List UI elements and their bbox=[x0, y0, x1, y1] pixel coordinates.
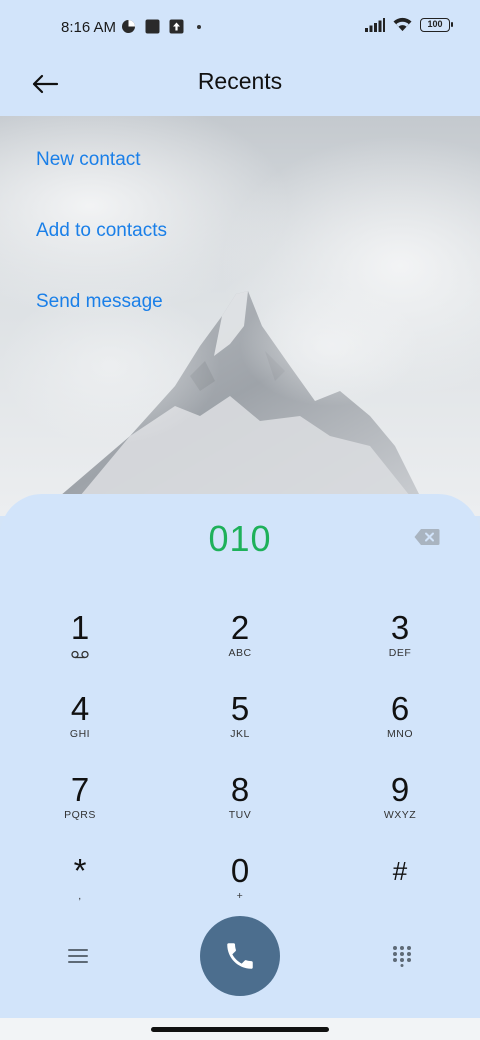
key-digit: 4 bbox=[70, 690, 90, 727]
key-digit: 3 bbox=[390, 609, 410, 646]
key-4[interactable]: 4 GHI bbox=[20, 689, 140, 765]
dot-icon bbox=[197, 24, 201, 29]
key-1[interactable]: 1 bbox=[20, 608, 140, 684]
key-letters: + bbox=[236, 890, 244, 902]
key-letters: PQRS bbox=[64, 809, 96, 821]
call-button[interactable] bbox=[200, 916, 280, 996]
key-digit: 8 bbox=[230, 771, 250, 808]
send-message-link[interactable]: Send message bbox=[36, 291, 163, 313]
key-letters: MNO bbox=[387, 728, 413, 740]
key-letters: , bbox=[78, 890, 82, 902]
page-title: Recents bbox=[197, 68, 283, 94]
key-hash[interactable]: # bbox=[340, 851, 460, 927]
key-7[interactable]: 7 PQRS bbox=[20, 770, 140, 846]
status-right-icons: 100 bbox=[365, 17, 453, 32]
key-digit: * bbox=[73, 852, 87, 889]
key-letters: JKL bbox=[230, 728, 250, 740]
wifi-icon bbox=[393, 17, 412, 31]
key-digit: 7 bbox=[70, 771, 90, 808]
data-saver-icon bbox=[122, 20, 135, 33]
key-digit: 6 bbox=[390, 690, 410, 727]
key-star[interactable]: * , bbox=[20, 851, 140, 927]
mountain-image bbox=[0, 116, 480, 516]
key-6[interactable]: 6 MNO bbox=[340, 689, 460, 765]
key-3[interactable]: 3 DEF bbox=[340, 608, 460, 684]
dialpad-icon[interactable] bbox=[392, 945, 412, 967]
dialer-panel: 010 1 2 ABC 3 DEF 4 GHI 5 JKL 6 MNO 7 PQ… bbox=[0, 494, 480, 1040]
key-9[interactable]: 9 WXYZ bbox=[340, 770, 460, 846]
upload-icon bbox=[169, 19, 184, 34]
dialed-number: 010 bbox=[208, 518, 272, 559]
wallpaper-image: New contact Add to contacts Send message bbox=[0, 116, 480, 516]
signal-icon bbox=[365, 17, 385, 32]
backspace-icon[interactable] bbox=[414, 528, 440, 546]
home-indicator[interactable] bbox=[151, 1027, 329, 1032]
add-to-contacts-link[interactable]: Add to contacts bbox=[36, 220, 167, 242]
status-bar: 8:16 AM 100 bbox=[0, 0, 480, 56]
key-letters: WXYZ bbox=[383, 809, 417, 821]
status-time: 8:16 AM bbox=[61, 19, 117, 36]
key-digit: 0 bbox=[230, 852, 250, 889]
key-letters: DEF bbox=[388, 647, 412, 659]
status-left-icons bbox=[121, 19, 201, 34]
phone-icon bbox=[227, 943, 253, 969]
key-8[interactable]: 8 TUV bbox=[180, 770, 300, 846]
key-digit: 9 bbox=[390, 771, 410, 808]
menu-icon[interactable] bbox=[66, 945, 90, 967]
key-2[interactable]: 2 ABC bbox=[180, 608, 300, 684]
key-digit: 5 bbox=[230, 690, 250, 727]
key-letters: ABC bbox=[228, 647, 252, 659]
key-letters: TUV bbox=[228, 809, 252, 821]
battery-icon: 100 bbox=[420, 17, 453, 32]
voicemail-icon bbox=[71, 650, 89, 659]
navigation-bar bbox=[0, 1018, 480, 1040]
square-icon bbox=[145, 19, 160, 34]
app-header: Recents bbox=[0, 56, 480, 116]
key-5[interactable]: 5 JKL bbox=[180, 689, 300, 765]
new-contact-link[interactable]: New contact bbox=[36, 149, 141, 171]
key-letters: GHI bbox=[69, 728, 91, 740]
key-digit: 2 bbox=[230, 609, 250, 646]
key-digit: # bbox=[392, 856, 408, 886]
key-digit: 1 bbox=[70, 609, 90, 646]
